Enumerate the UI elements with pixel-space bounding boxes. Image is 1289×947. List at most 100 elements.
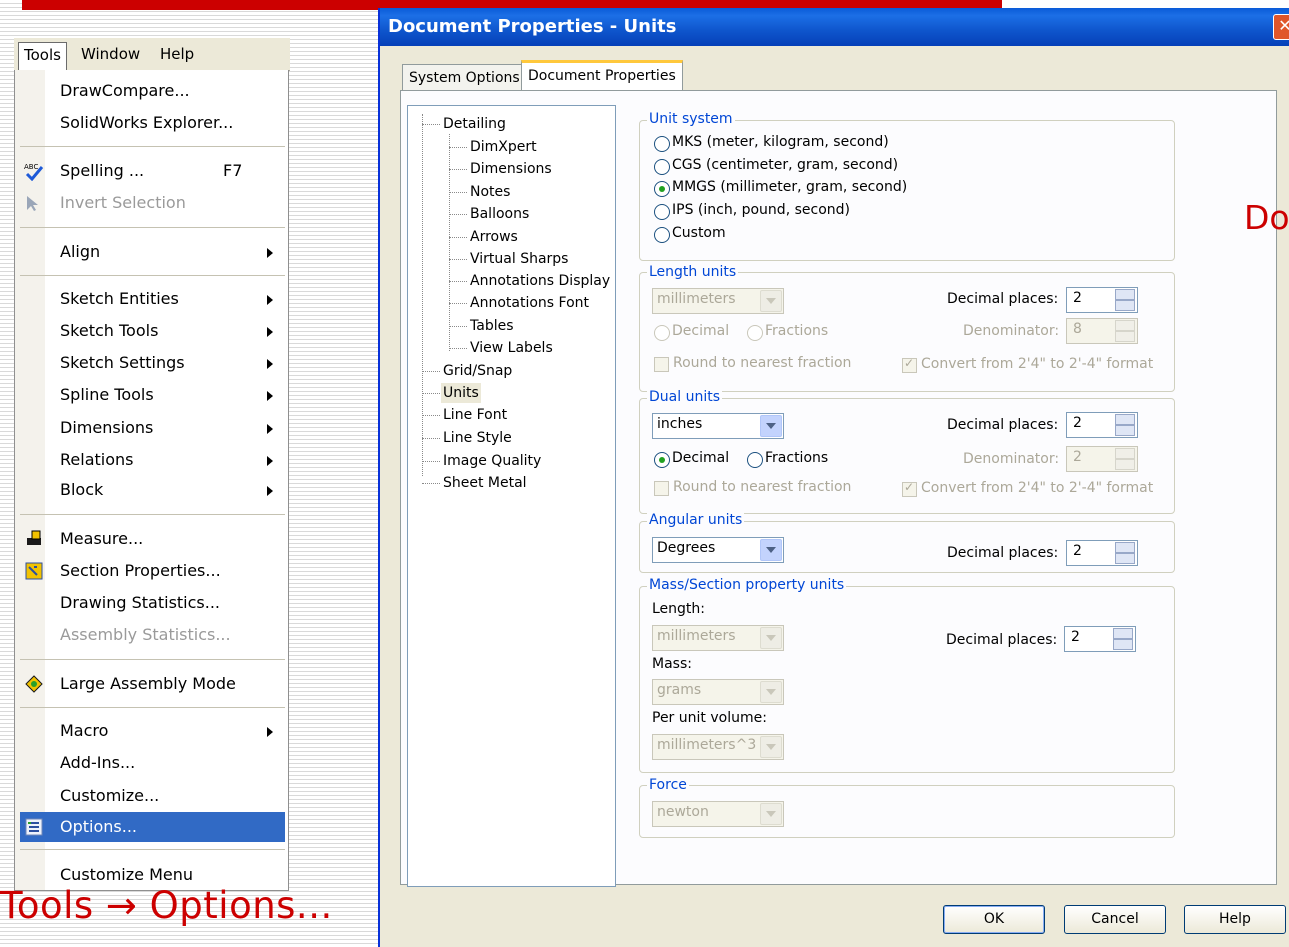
- menu-tools[interactable]: Tools: [18, 42, 67, 71]
- tree-item-image-quality[interactable]: Image Quality: [443, 451, 541, 471]
- mass-section-title: Mass/Section property units: [647, 577, 847, 593]
- length-round-checkbox[interactable]: [654, 357, 669, 372]
- menu-item-add-ins[interactable]: Add-Ins...: [20, 748, 285, 778]
- tree-item-annotations-display[interactable]: Annotations Display: [470, 271, 610, 291]
- tree-line: [449, 134, 450, 351]
- length-denominator-spinner[interactable]: 8: [1066, 318, 1138, 344]
- tree-item-annotations-font[interactable]: Annotations Font: [470, 293, 589, 313]
- tree-item-grid-snap[interactable]: Grid/Snap: [443, 361, 512, 381]
- submenu-arrow-icon: [267, 486, 273, 496]
- tree-line: [422, 371, 440, 372]
- tree-item-dimxpert[interactable]: DimXpert: [470, 137, 537, 157]
- force-select[interactable]: newton: [652, 801, 784, 827]
- menu-item-drawing-statistics[interactable]: Drawing Statistics...: [20, 588, 285, 618]
- dual-fractions-label: Fractions: [765, 450, 829, 466]
- dual-decimal-radio[interactable]: [654, 452, 670, 468]
- tree-item-detailing[interactable]: Detailing: [443, 114, 506, 134]
- cancel-button[interactable]: Cancel: [1064, 905, 1166, 934]
- angular-decimal-places-spinner[interactable]: 2: [1066, 540, 1138, 566]
- menu-item-block[interactable]: Block: [20, 475, 285, 505]
- menu-item-dimensions[interactable]: Dimensions: [20, 413, 285, 443]
- length-decimal-radio[interactable]: [654, 325, 670, 341]
- spin-up-icon[interactable]: [1115, 448, 1135, 459]
- mass-decimal-places-spinner[interactable]: 2: [1064, 626, 1136, 652]
- menu-item-customize[interactable]: Customize...: [20, 781, 285, 811]
- tree-item-view-labels[interactable]: View Labels: [470, 338, 553, 358]
- tree-item-balloons[interactable]: Balloons: [470, 204, 529, 224]
- denominator-label: Denominator:: [963, 451, 1060, 467]
- spin-up-icon[interactable]: [1115, 542, 1135, 553]
- menu-item-sketch-tools[interactable]: Sketch Tools: [20, 316, 285, 346]
- per-unit-volume-select[interactable]: millimeters^3: [652, 734, 784, 760]
- spin-down-icon[interactable]: [1115, 300, 1135, 311]
- help-button[interactable]: Help: [1184, 905, 1286, 934]
- menu-item-solidworks-explorer[interactable]: SolidWorks Explorer...: [20, 108, 285, 138]
- menu-window[interactable]: Window: [76, 42, 145, 66]
- tree-item-units[interactable]: Units: [441, 383, 481, 403]
- radio-cgs[interactable]: [654, 159, 670, 175]
- spin-up-icon[interactable]: [1115, 414, 1135, 425]
- dual-unit-select[interactable]: inches: [652, 413, 784, 439]
- length-decimal-places-spinner[interactable]: 2: [1066, 287, 1138, 313]
- menu-item-section-properties[interactable]: Section Properties...: [20, 556, 285, 586]
- tab-document-properties[interactable]: Document Properties: [521, 60, 683, 93]
- force-title: Force: [647, 777, 689, 793]
- spin-down-icon[interactable]: [1115, 553, 1135, 564]
- menu-item-sketch-entities[interactable]: Sketch Entities: [20, 284, 285, 314]
- radio-ips[interactable]: [654, 204, 670, 220]
- mass-length-select[interactable]: millimeters: [652, 625, 784, 651]
- spin-down-icon[interactable]: [1115, 459, 1135, 470]
- dialog-title: Document Properties - Units: [388, 16, 677, 37]
- dual-convert-checkbox[interactable]: [902, 480, 917, 497]
- chevron-down-icon: [760, 539, 782, 561]
- decimal-places-label: Decimal places:: [947, 545, 1059, 561]
- tree-line: [449, 281, 467, 282]
- spin-up-icon[interactable]: [1115, 289, 1135, 300]
- tree-item-sheet-metal[interactable]: Sheet Metal: [443, 473, 527, 493]
- tree-item-dimensions[interactable]: Dimensions: [470, 159, 552, 179]
- length-fractions-label: Fractions: [765, 323, 829, 339]
- tree-item-line-style[interactable]: Line Style: [443, 428, 512, 448]
- menu-item-spline-tools[interactable]: Spline Tools: [20, 380, 285, 410]
- radio-mks[interactable]: [654, 136, 670, 152]
- menu-item-assembly-statistics[interactable]: Assembly Statistics...: [20, 620, 285, 650]
- tree-item-notes[interactable]: Notes: [470, 182, 510, 202]
- spin-up-icon[interactable]: [1115, 320, 1135, 331]
- spin-down-icon[interactable]: [1115, 331, 1135, 342]
- angular-unit-select[interactable]: Degrees: [652, 537, 784, 563]
- menu-item-spelling[interactable]: ABC Spelling ... F7: [20, 156, 285, 186]
- dual-fractions-radio[interactable]: [747, 452, 763, 468]
- tree-item-arrows[interactable]: Arrows: [470, 227, 518, 247]
- menu-item-invert-selection[interactable]: Invert Selection: [20, 188, 285, 218]
- length-unit-select[interactable]: millimeters: [652, 288, 784, 314]
- length-fractions-radio[interactable]: [747, 325, 763, 341]
- spin-down-icon[interactable]: [1113, 639, 1133, 650]
- menu-item-macro[interactable]: Macro: [20, 716, 285, 746]
- tree-item-line-font[interactable]: Line Font: [443, 405, 507, 425]
- mass-length-label: Length:: [652, 601, 706, 617]
- menu-item-sketch-settings[interactable]: Sketch Settings: [20, 348, 285, 378]
- dual-round-checkbox[interactable]: [654, 481, 669, 496]
- menu-item-large-assembly-mode[interactable]: Large Assembly Mode: [20, 669, 285, 699]
- chevron-down-icon: [760, 681, 782, 703]
- menu-item-relations[interactable]: Relations: [20, 445, 285, 475]
- tree-item-virtual-sharps[interactable]: Virtual Sharps: [470, 249, 568, 269]
- menu-item-drawcompare[interactable]: DrawCompare...: [20, 76, 285, 106]
- radio-custom[interactable]: [654, 227, 670, 243]
- tree-item-tables[interactable]: Tables: [470, 316, 514, 336]
- tree-line: [422, 114, 423, 476]
- ok-button[interactable]: OK: [943, 905, 1045, 934]
- mass-select[interactable]: grams: [652, 679, 784, 705]
- close-icon[interactable]: ✕: [1273, 14, 1289, 40]
- dual-denominator-spinner[interactable]: 2: [1066, 446, 1138, 472]
- spin-down-icon[interactable]: [1115, 425, 1135, 436]
- radio-mmgs[interactable]: [654, 181, 670, 197]
- menu-help[interactable]: Help: [155, 42, 199, 66]
- spin-up-icon[interactable]: [1113, 628, 1133, 639]
- dual-decimal-places-spinner[interactable]: 2: [1066, 412, 1138, 438]
- menu-item-measure[interactable]: Measure...: [20, 524, 285, 554]
- menu-item-align[interactable]: Align: [20, 237, 285, 267]
- length-convert-checkbox[interactable]: [902, 356, 917, 373]
- tab-system-options[interactable]: System Options: [402, 64, 527, 91]
- menu-item-options[interactable]: Options...: [20, 812, 285, 842]
